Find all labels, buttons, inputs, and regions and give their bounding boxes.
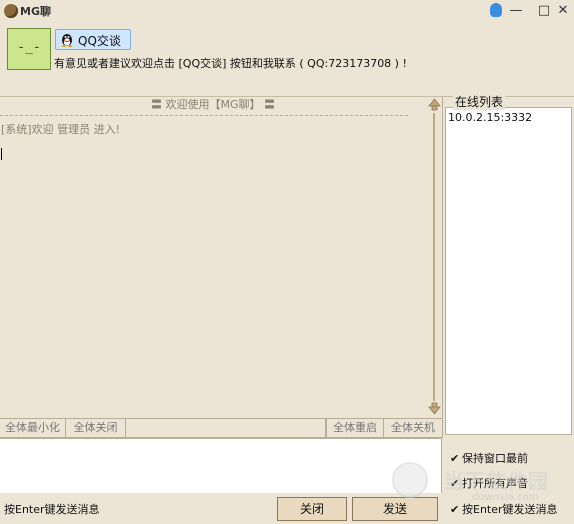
message-input[interactable] (0, 438, 442, 493)
title-bar: MG聊 — □ ✕ (0, 0, 574, 22)
chat-scrollbar[interactable] (427, 97, 442, 417)
scroll-down-arrow-icon[interactable] (427, 401, 442, 416)
welcome-banner: 〓 欢迎使用【MG聊】 〓 (150, 98, 275, 111)
close-window-button[interactable]: ✕ (555, 3, 571, 19)
online-list-title: 在线列表 (453, 93, 506, 110)
qq-penguin-icon (61, 34, 73, 47)
contact-notice: 有意见或者建议欢迎点击 [QQ交谈] 按钮和我联系 ( QQ:723173708… (54, 57, 407, 70)
chat-display[interactable]: 〓 欢迎使用【MG聊】 〓 [系统]欢迎 管理员 进入! (0, 97, 443, 438)
scroll-track[interactable] (433, 113, 435, 401)
qq-chat-label: QQ交谈 (78, 34, 121, 48)
window-title: MG聊 (20, 5, 51, 18)
app-logo-icon (4, 4, 18, 18)
skin-icon[interactable] (490, 3, 502, 17)
online-user-list[interactable]: 10.0.2.15:3332 (445, 107, 572, 435)
shutdown-all-button[interactable]: 全体关机 (384, 419, 442, 437)
system-message: [系统]欢迎 管理员 进入! (1, 123, 120, 136)
close-button[interactable]: 关闭 (277, 497, 347, 521)
online-panel: 10.0.2.15:3332 在线列表 (443, 93, 574, 438)
list-item[interactable]: 10.0.2.15:3332 (448, 111, 532, 124)
watermark-url: downxia.com (472, 492, 539, 503)
minimize-button[interactable]: — (508, 3, 524, 19)
avatar: -_- (7, 28, 51, 70)
watermark-logo-icon (392, 462, 428, 498)
group-action-bar: 全体最小化 全体关闭 全体重启 全体关机 (0, 418, 442, 438)
enter-send-hint: 按Enter键发送消息 (4, 503, 100, 516)
welcome-divider (0, 115, 408, 116)
close-all-button[interactable]: 全体关闭 (66, 419, 126, 437)
watermark: 当下软件园 downxia.com (392, 462, 572, 522)
scroll-up-arrow-icon[interactable] (427, 97, 442, 112)
watermark-text: 当下软件园 (444, 469, 549, 493)
action-spacer (126, 419, 326, 437)
minimize-all-button[interactable]: 全体最小化 (0, 419, 66, 437)
restart-all-button[interactable]: 全体重启 (326, 419, 384, 437)
maximize-button[interactable]: □ (536, 3, 552, 19)
qq-chat-button[interactable]: QQ交谈 (55, 29, 131, 50)
text-caret (1, 148, 2, 160)
